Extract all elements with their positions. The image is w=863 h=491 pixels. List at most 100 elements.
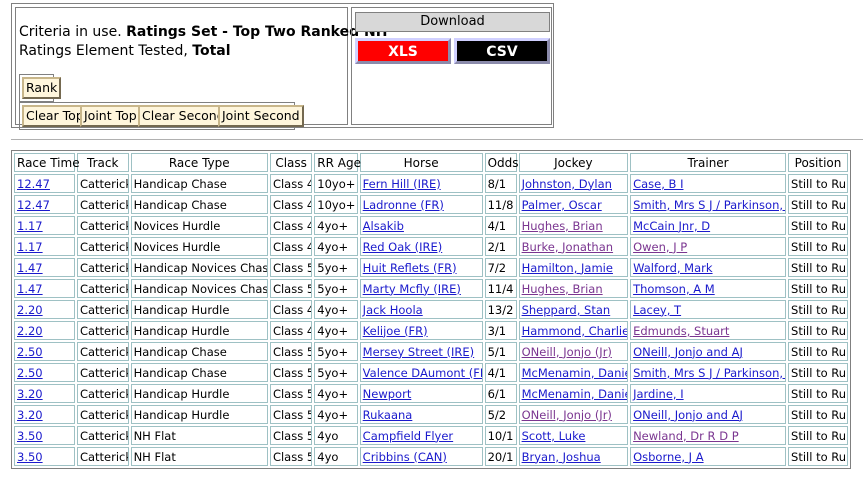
race-time-cell: 3.50 — [14, 426, 75, 445]
trainer-link[interactable]: Jardine, I — [633, 387, 684, 401]
joint-top-button[interactable]: Joint Top — [80, 105, 141, 127]
column-header-race-time: Race Time — [14, 153, 80, 172]
jockey-link[interactable]: ONeill, Jonjo (Jr) — [522, 345, 612, 359]
download-panel: Download XLS CSV — [351, 7, 552, 125]
trainer-cell: ONeill, Jonjo and AJ — [630, 342, 787, 361]
rr-age-cell: 5yo+ — [314, 258, 358, 277]
horse-link[interactable]: Fern Hill (IRE) — [363, 177, 441, 191]
class-cell: Class 4 — [269, 237, 313, 256]
jockey-link[interactable]: Burke, Jonathan — [522, 240, 613, 254]
jockey-link[interactable]: Hamilton, Jamie — [522, 261, 613, 275]
jockey-link[interactable]: Johnston, Dylan — [522, 177, 612, 191]
trainer-link[interactable]: ONeill, Jonjo and AJ — [633, 345, 743, 359]
horse-link[interactable]: Alsakib — [363, 219, 404, 233]
jockey-link[interactable]: Hughes, Brian — [522, 282, 603, 296]
trainer-cell: Jardine, I — [630, 384, 787, 403]
trainer-link[interactable]: Newland, Dr R D P — [633, 429, 739, 443]
position-cell: Still to Run — [788, 300, 848, 319]
jockey-link[interactable]: Hammond, Charlie — [522, 324, 627, 338]
xls-download-button[interactable]: XLS — [355, 38, 451, 64]
odds-cell: 3/1 — [484, 321, 517, 340]
track-cell: Catterick — [76, 426, 129, 445]
race-time-link[interactable]: 2.20 — [17, 324, 43, 338]
jockey-cell: Hamilton, Jamie — [518, 258, 629, 277]
trainer-cell: Edmunds, Stuart — [630, 321, 787, 340]
horse-link[interactable]: Huit Reflets (FR) — [363, 261, 457, 275]
jockey-link[interactable]: McMenamin, Daniel — [522, 366, 627, 380]
race-time-link[interactable]: 1.17 — [17, 219, 43, 233]
table-row: 3.50 Catterick NH Flat Class 5 4yo Campfield … — [14, 426, 848, 445]
trainer-link[interactable]: Owen, J P — [633, 240, 687, 254]
race-time-link[interactable]: 1.47 — [17, 282, 43, 296]
trainer-link[interactable]: McCain Jnr, D — [633, 219, 710, 233]
csv-download-button[interactable]: CSV — [454, 38, 550, 64]
horse-link[interactable]: Rukaana — [363, 408, 413, 422]
jockey-link[interactable]: Palmer, Oscar — [522, 198, 602, 212]
race-time-cell: 1.47 — [14, 279, 75, 298]
joint-second-button[interactable]: Joint Second — [218, 105, 304, 127]
trainer-link[interactable]: Osborne, J A — [633, 450, 704, 464]
jockey-link[interactable]: McMenamin, Daniel — [522, 387, 627, 401]
race-type-cell: NH Flat — [130, 426, 268, 445]
rr-age-cell: 5yo+ — [314, 342, 358, 361]
races-table: Race Time Track Race Type Class RR Age Horse O… — [11, 150, 851, 469]
trainer-link[interactable]: Walford, Mark — [633, 261, 712, 275]
race-time-link[interactable]: 1.47 — [17, 261, 43, 275]
track-cell: Catterick — [76, 258, 129, 277]
position-cell: Still to Run — [788, 363, 848, 382]
clear-second-button[interactable]: Clear Second — [138, 105, 229, 127]
race-time-link[interactable]: 3.20 — [17, 408, 43, 422]
column-header-position: Position — [788, 153, 848, 172]
race-time-link[interactable]: 2.20 — [17, 303, 43, 317]
trainer-link[interactable]: Smith, Mrs S J / Parkinson, J — [633, 366, 785, 380]
race-time-link[interactable]: 3.20 — [17, 387, 43, 401]
race-time-link[interactable]: 1.17 — [17, 240, 43, 254]
horse-link[interactable]: Ladronne (FR) — [363, 198, 444, 212]
jockey-link[interactable]: ONeill, Jonjo (Jr) — [522, 408, 612, 422]
trainer-link[interactable]: ONeill, Jonjo and AJ — [633, 408, 743, 422]
column-header-track: Track — [76, 153, 129, 172]
horse-link[interactable]: Kelijoe (FR) — [363, 324, 428, 338]
trainer-link[interactable]: Lacey, T — [633, 303, 681, 317]
horse-link[interactable]: Campfield Flyer — [363, 429, 453, 443]
odds-cell: 13/2 — [484, 300, 517, 319]
horse-link[interactable]: Marty Mcfly (IRE) — [363, 282, 461, 296]
trainer-link[interactable]: Smith, Mrs S J / Parkinson, J — [633, 198, 785, 212]
race-time-link[interactable]: 12.47 — [17, 198, 50, 212]
jockey-link[interactable]: Hughes, Brian — [522, 219, 603, 233]
race-time-link[interactable]: 12.47 — [17, 177, 50, 191]
trainer-link[interactable]: Case, B I — [633, 177, 683, 191]
odds-cell: 20/1 — [484, 447, 517, 466]
race-type-cell: Handicap Hurdle — [130, 384, 268, 403]
trainer-cell: Newland, Dr R D P — [630, 426, 787, 445]
race-time-cell: 12.47 — [14, 174, 75, 193]
race-time-link[interactable]: 3.50 — [17, 429, 43, 443]
criteria-box: Criteria in use. Ratings Set - Top Two R… — [15, 7, 387, 130]
race-time-cell: 3.20 — [14, 405, 75, 424]
trainer-link[interactable]: Thomson, A M — [633, 282, 715, 296]
odds-cell: 5/1 — [484, 342, 517, 361]
race-time-link[interactable]: 2.50 — [17, 345, 43, 359]
jockey-link[interactable]: Scott, Luke — [522, 429, 586, 443]
trainer-cell: Owen, J P — [630, 237, 787, 256]
race-type-cell: Handicap Chase — [130, 363, 268, 382]
race-time-link[interactable]: 3.50 — [17, 450, 43, 464]
table-row: 3.50 Catterick NH Flat Class 5 4yo Cribbins (… — [14, 447, 848, 466]
race-type-cell: NH Flat — [130, 447, 268, 466]
horse-link[interactable]: Valence DAumont (FR) — [363, 366, 482, 380]
horse-link[interactable]: Cribbins (CAN) — [363, 450, 447, 464]
rank-button[interactable]: Rank — [22, 77, 62, 99]
jockey-cell: Bryan, Joshua — [518, 447, 629, 466]
clear-top-button[interactable]: Clear Top — [22, 105, 88, 127]
jockey-cell: Burke, Jonathan — [518, 237, 629, 256]
trainer-link[interactable]: Edmunds, Stuart — [633, 324, 729, 338]
jockey-link[interactable]: Bryan, Joshua — [522, 450, 601, 464]
horse-link[interactable]: Mersey Street (IRE) — [363, 345, 474, 359]
jockey-link[interactable]: Sheppard, Stan — [522, 303, 611, 317]
race-time-link[interactable]: 2.50 — [17, 366, 43, 380]
horse-link[interactable]: Newport — [363, 387, 412, 401]
horse-cell: Cribbins (CAN) — [359, 447, 483, 466]
horse-link[interactable]: Jack Hoola — [363, 303, 423, 317]
criteria-text: Criteria in use. Ratings Set - Top Two R… — [19, 23, 387, 61]
horse-link[interactable]: Red Oak (IRE) — [363, 240, 443, 254]
